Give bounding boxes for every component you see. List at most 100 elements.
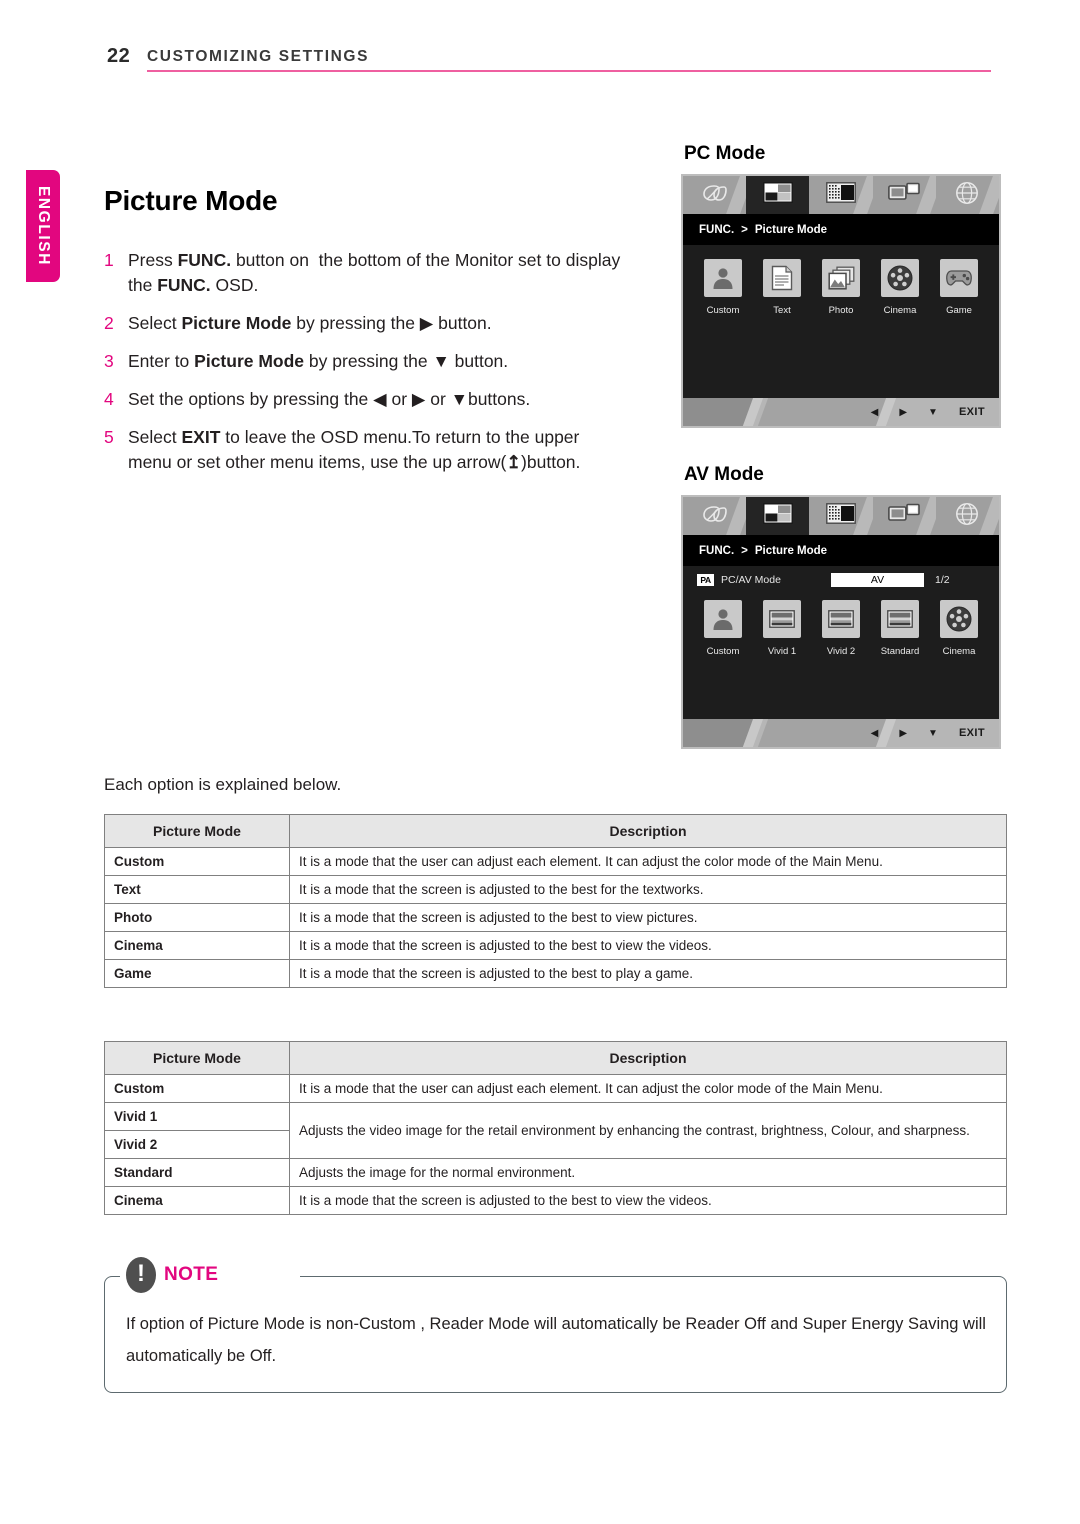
footer-wedge [683, 719, 754, 747]
column-header-description: Description [289, 1041, 1007, 1075]
note-text: If option of Picture Mode is non-Custom … [126, 1315, 986, 1365]
osd-footer: ◀ ▶ ▼ EXIT [683, 398, 999, 426]
osd-tab-screen-adjust[interactable] [809, 176, 881, 214]
osd-option[interactable]: Photo [818, 259, 864, 316]
table-row: Text It is a mode that the screen is adju… [104, 875, 1007, 904]
osd-option-label: Cinema [942, 646, 976, 657]
pc-mode-label: PC Mode [684, 143, 766, 164]
cell-description: Adjusts the image for the normal environ… [289, 1158, 1007, 1187]
osd-breadcrumb: FUNC. > Picture Mode [683, 214, 999, 245]
bars-icon [822, 600, 860, 638]
screen-adjust-icon [826, 503, 856, 529]
energy-leaf-icon [702, 184, 728, 207]
nav-key[interactable]: ▼ [928, 407, 938, 418]
page-header: 22 CUSTOMIZING SETTINGS [0, 0, 1080, 90]
step-number: 3 [104, 351, 114, 371]
osd-tab-picture-mode[interactable] [746, 497, 810, 535]
av-mode-osd-screenshot: FUNC. > Picture Mode PA PC/AV Mode AV 1/… [681, 495, 1001, 749]
bars-icon [881, 600, 919, 638]
cell-description: It is a mode that the user can adjust ea… [289, 847, 1007, 876]
page-number: 22 [107, 45, 131, 67]
exclamation-icon: ! [126, 1257, 156, 1293]
pc-mode-option-row: Custom Text Photo Cinema Game [683, 259, 999, 316]
nav-key[interactable]: ◀ [871, 728, 879, 739]
column-header-picture-mode: Picture Mode [104, 1041, 290, 1075]
table-row: Game It is a mode that the screen is adju… [104, 959, 1007, 988]
breadcrumb-separator: > [741, 223, 748, 236]
osd-footer-keys: ◀ ▶ ▼ EXIT [871, 719, 985, 747]
energy-leaf-icon [702, 505, 728, 528]
osd-option[interactable]: Cinema [877, 259, 923, 316]
step-text: Select Picture Mode by pressing the ▶ bu… [128, 313, 492, 333]
osd-tab-dual-display[interactable] [872, 497, 944, 535]
step-number: 1 [104, 250, 114, 270]
exit-key[interactable]: EXIT [959, 406, 985, 418]
osd-option[interactable]: Text [759, 259, 805, 316]
osd-tab-energy-leaf[interactable] [683, 497, 755, 535]
osd-tab-bar [683, 176, 999, 214]
globe-icon [955, 502, 979, 531]
cell-description: Adjusts the video image for the retail e… [289, 1102, 1007, 1159]
nav-key[interactable]: ▼ [928, 728, 938, 739]
osd-option-label: Custom [706, 305, 740, 316]
breadcrumb-separator: > [741, 544, 748, 557]
cell-picture-mode: Standard [104, 1158, 290, 1187]
pa-badge-icon: PA [697, 574, 714, 586]
osd-option[interactable]: Cinema [936, 600, 982, 657]
step-number: 4 [104, 389, 114, 409]
nav-key[interactable]: ▶ [899, 407, 907, 418]
tab-divider [979, 176, 999, 214]
nav-key[interactable]: ▶ [899, 728, 907, 739]
osd-body: PA PC/AV Mode AV 1/2 Custom Vivid 1 Vivid … [683, 566, 999, 719]
pc-mode-osd-screenshot: FUNC. > Picture Mode Custom Text Photo Cine… [681, 174, 1001, 428]
osd-footer: ◀ ▶ ▼ EXIT [683, 719, 999, 747]
table-body: Custom It is a mode that the user can adj… [104, 1074, 1007, 1215]
osd-option-label: Custom [706, 646, 740, 657]
table-header-row: Picture Mode Description [104, 1041, 1007, 1075]
osd-option[interactable]: Game [936, 259, 982, 316]
instruction-step: 4 Set the options by pressing the ◀ or ▶ … [104, 387, 624, 412]
osd-option[interactable]: Vivid 1 [759, 600, 805, 657]
osd-tab-dual-display[interactable] [872, 176, 944, 214]
osd-option[interactable]: Custom [700, 600, 746, 657]
osd-option[interactable]: Vivid 2 [818, 600, 864, 657]
cell-picture-mode: Custom [104, 1074, 290, 1103]
osd-tab-screen-adjust[interactable] [809, 497, 881, 535]
osd-tab-globe[interactable] [935, 497, 999, 535]
osd-option-label: Vivid 1 [767, 646, 797, 657]
cell-picture-mode: Text [104, 875, 290, 904]
osd-option-label: Vivid 2 [826, 646, 856, 657]
cell-picture-mode: Photo [104, 903, 290, 932]
cell-picture-mode: Vivid 2 [104, 1130, 290, 1159]
language-tab-label: ENGLISH [35, 185, 52, 267]
screen-adjust-icon [826, 182, 856, 208]
explain-line: Each option is explained below. [104, 775, 342, 794]
osd-option[interactable]: Custom [700, 259, 746, 316]
step-text: Press FUNC. button on the bottom of the … [128, 250, 621, 295]
osd-tab-energy-leaf[interactable] [683, 176, 755, 214]
tab-divider [979, 497, 999, 535]
exit-key[interactable]: EXIT [959, 727, 985, 739]
nav-key[interactable]: ◀ [871, 407, 879, 418]
pc-av-mode-page-indicator: 1/2 [935, 574, 950, 586]
page-title: Picture Mode [104, 185, 278, 216]
osd-tab-picture-mode[interactable] [746, 176, 810, 214]
instruction-steps: 1 Press FUNC. button on the bottom of the… [104, 248, 624, 488]
header-divider [147, 70, 991, 72]
av-mode-label: AV Mode [684, 464, 764, 485]
instruction-step: 1 Press FUNC. button on the bottom of the… [104, 248, 624, 298]
breadcrumb-current: Picture Mode [754, 544, 828, 557]
film-reel-icon [881, 259, 919, 297]
osd-option[interactable]: Standard [877, 600, 923, 657]
note-badge: ! NOTE [126, 1257, 218, 1293]
av-mode-option-row: Custom Vivid 1 Vivid 2 Standard Cinema [683, 600, 999, 657]
photo-icon [822, 259, 860, 297]
osd-tab-globe[interactable] [935, 176, 999, 214]
person-icon [704, 259, 742, 297]
osd-option-label: Standard [880, 646, 920, 657]
table-header-row: Picture Mode Description [104, 814, 1007, 848]
pc-picture-mode-table: Picture Mode Description Custom It is a m… [104, 814, 1007, 988]
breadcrumb-root: FUNC. [699, 544, 735, 557]
cell-picture-mode: Vivid 1 [104, 1102, 290, 1131]
film-reel-icon [940, 600, 978, 638]
